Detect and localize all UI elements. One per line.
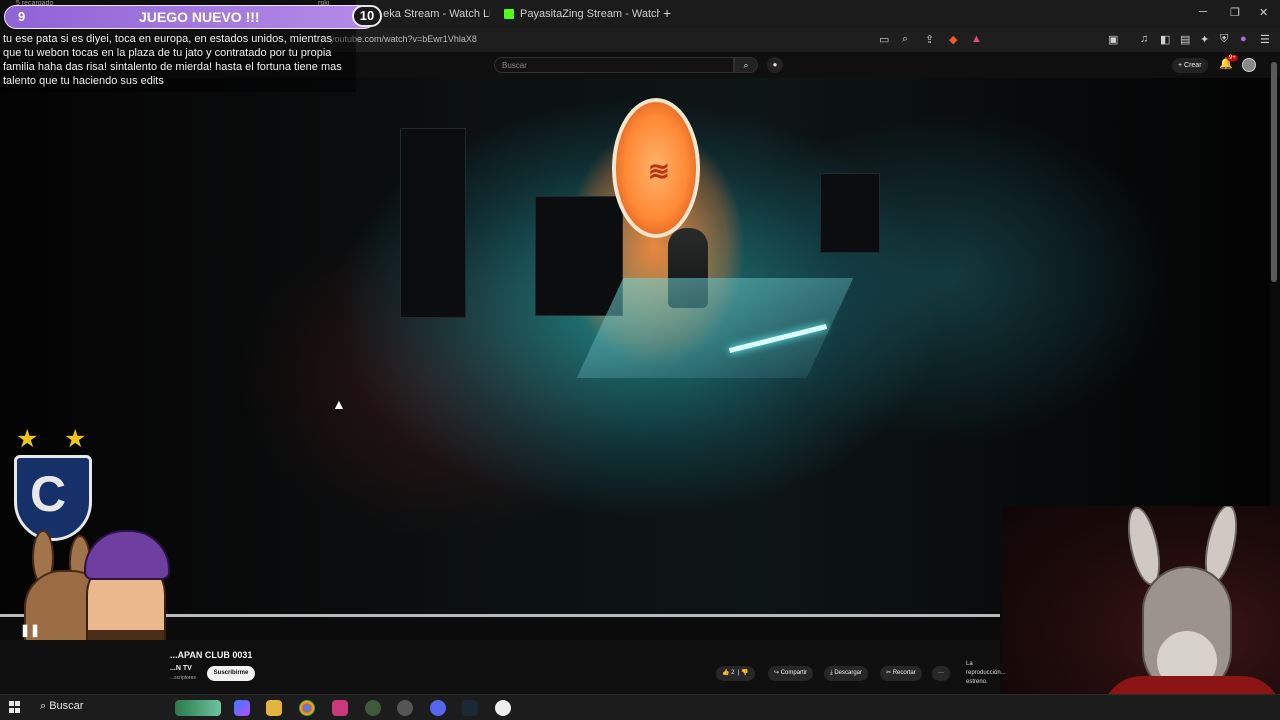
crest-c-icon: C (30, 466, 67, 522)
search-icon: ⌕ (743, 60, 749, 70)
search-button[interactable]: ⌕ (734, 57, 758, 73)
vpn-icon[interactable]: ⛨ (1220, 33, 1228, 46)
media-player-icon[interactable] (495, 700, 511, 716)
minimize-icon[interactable]: ─ (1199, 6, 1207, 18)
mic-icon: ● (772, 60, 778, 69)
panel-icon[interactable]: ◧ (1160, 33, 1170, 46)
subscribe-button[interactable]: Suscribirme (207, 666, 255, 681)
scrollbar[interactable] (1271, 62, 1277, 282)
windows-start-icon[interactable] (9, 701, 21, 713)
chat-overlay: 5 recargado rpki 9 JUEGO NUEVO !!! 10 tu… (0, 0, 382, 92)
taskbar-search-label: Buscar (49, 700, 84, 712)
pill-label: JUEGO NUEVO !!! (139, 9, 260, 25)
close-window-icon[interactable]: ✕ (1259, 6, 1268, 19)
brave-rewards-icon[interactable]: ▲ (971, 33, 982, 45)
premiere-note: La reproducción... estreno. (966, 661, 1006, 685)
kick-icon (504, 9, 514, 19)
speaker-image (400, 128, 466, 318)
wallet-icon[interactable]: ▤ (1180, 33, 1190, 46)
like-button[interactable]: 👍 2 | 👎 (716, 666, 755, 681)
search-input[interactable]: Buscar (494, 57, 734, 73)
cast-icon[interactable]: ▭ (879, 33, 889, 46)
leo-icon[interactable]: ✦ (1200, 33, 1209, 46)
voice-search-button[interactable]: ● (767, 57, 783, 73)
download-button[interactable]: ⤓ Descargar (824, 666, 869, 681)
channel-name[interactable]: ...N TV (170, 665, 192, 672)
thumbs-down-icon[interactable]: | 👎 (736, 670, 749, 676)
download-label: Descargar (834, 670, 863, 676)
speaker-image (535, 196, 623, 316)
more-button[interactable]: ··· (932, 666, 950, 681)
subscriber-count: ...scriptores (170, 675, 196, 681)
zoom-icon[interactable]: ⌕ (902, 33, 908, 46)
share-icon: ↪ (774, 670, 781, 676)
obs-icon[interactable] (397, 700, 413, 716)
webcam-feed (1002, 506, 1280, 720)
beanie-shape (84, 530, 170, 580)
search-icon: ⌕ (40, 700, 50, 712)
stage-logo-icon: ≋ (648, 156, 670, 186)
file-explorer-icon[interactable] (266, 700, 282, 716)
thumbs-up-icon: 👍 (722, 670, 730, 676)
steam-icon[interactable] (462, 700, 478, 716)
brave-icon[interactable] (332, 700, 348, 716)
game-alert-pill: 9 JUEGO NUEVO !!! (4, 5, 376, 29)
extension-icon[interactable]: ● (1240, 33, 1247, 45)
restore-icon[interactable]: ❐ (1230, 6, 1240, 19)
pill-number: 9 (18, 9, 26, 24)
stage-logo-disk: ≋ (612, 98, 700, 238)
create-button[interactable]: + Crear (1172, 58, 1208, 73)
club-crest-logo: C (14, 455, 92, 541)
star-icon: ★ (16, 425, 39, 453)
widgets-icon[interactable] (175, 700, 221, 716)
star-icon: ★ (64, 425, 87, 453)
like-count: 2 (731, 670, 735, 676)
share-icon[interactable]: ⇪ (925, 33, 934, 46)
share-label: Compartir (780, 670, 808, 676)
new-tab-button[interactable]: + (663, 5, 671, 21)
pause-icon[interactable]: ❚❚ (20, 623, 40, 637)
brave-shield-icon[interactable]: ◆ (949, 33, 957, 46)
avatar[interactable] (1242, 58, 1256, 72)
tab-label: PayasitaZing Stream - Watch Live on (520, 8, 660, 20)
chat-message: tu ese pata si es diyei, toca en europa,… (3, 33, 342, 87)
sidebar-icon[interactable]: ▣ (1108, 33, 1118, 46)
chrome-icon[interactable] (299, 700, 315, 716)
music-icon[interactable]: ♫ (1140, 33, 1148, 45)
pill-badge: 10 (352, 5, 382, 27)
video-title: ...APAN CLUB 0031 (170, 650, 253, 660)
clip-label: Recortar (892, 670, 916, 676)
discord-icon[interactable] (430, 700, 446, 716)
cursor-icon: ▲ (332, 396, 346, 412)
taskbar-search[interactable]: ⌕ Buscar (40, 700, 83, 713)
speaker-image (820, 173, 880, 253)
tab-label: ...eka Stream - Watch Live on (374, 8, 490, 20)
app-icon[interactable] (365, 700, 381, 716)
tab-2[interactable]: PayasitaZing Stream - Watch Live on ✕ (496, 3, 660, 25)
clip-button[interactable]: ✂ Recortar (880, 666, 922, 681)
copilot-icon[interactable] (234, 700, 250, 716)
taskbar: ⌕ Buscar (0, 694, 1280, 720)
menu-icon[interactable]: ☰ (1260, 33, 1270, 46)
scissors-icon: ✂ (886, 670, 893, 676)
notification-badge: 9+ (1227, 55, 1238, 61)
share-button[interactable]: ↪ Compartir (768, 666, 814, 681)
